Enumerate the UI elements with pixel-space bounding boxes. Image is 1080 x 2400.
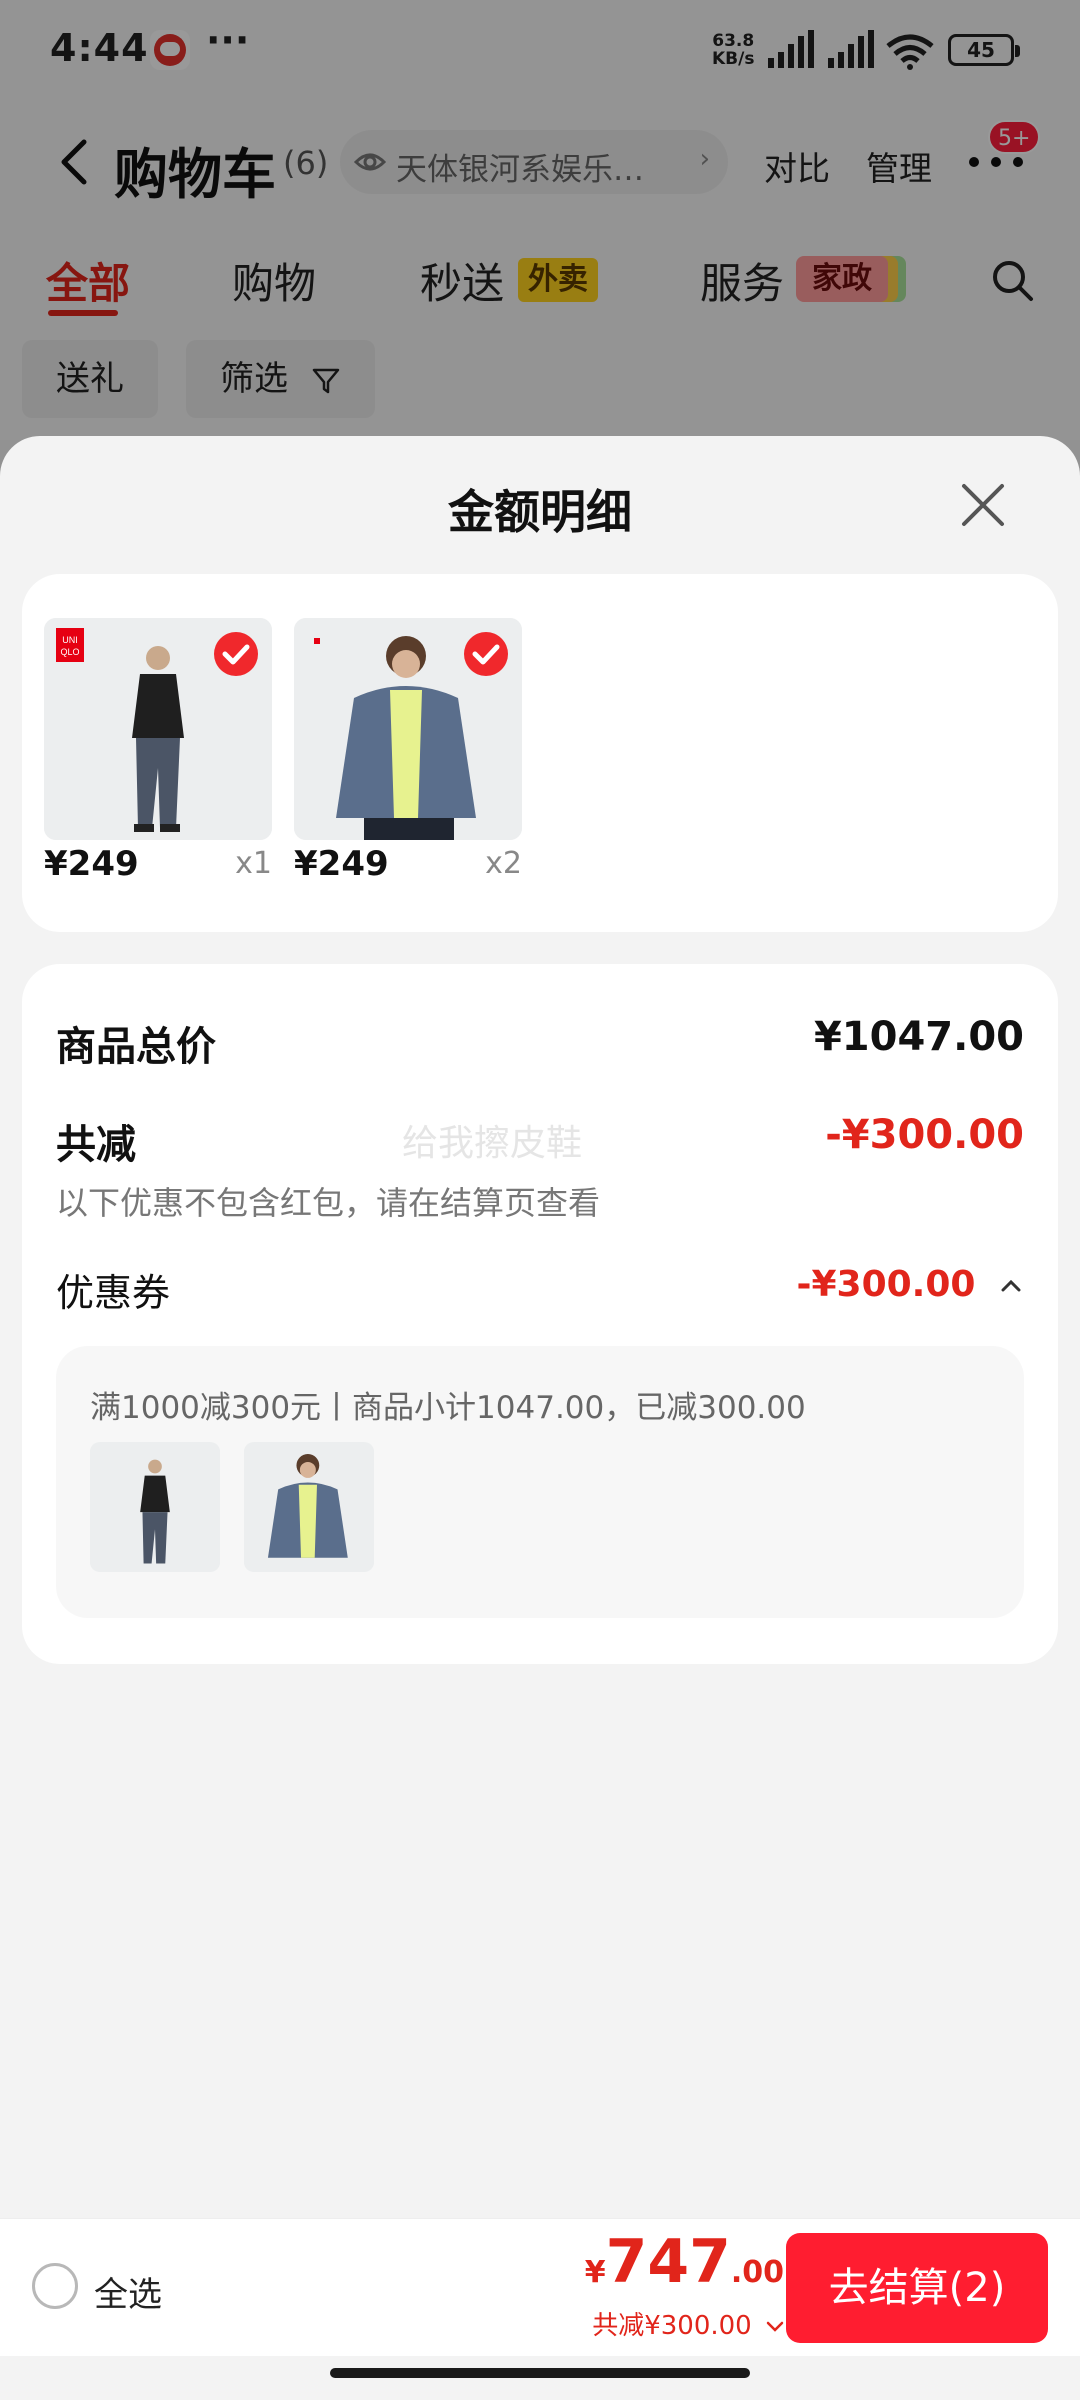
check-selected-icon bbox=[214, 632, 258, 676]
currency-symbol: ¥ bbox=[584, 2255, 606, 2290]
coupon-description: 满1000减300元丨商品小计1047.00，已减300.00 bbox=[90, 1390, 806, 1426]
select-all-radio[interactable] bbox=[32, 2263, 78, 2309]
product-item[interactable]: ¥249 x2 bbox=[294, 618, 522, 888]
coupon-product-thumbnail bbox=[90, 1442, 220, 1572]
check-selected-icon bbox=[464, 632, 508, 676]
coupon-product-thumbnail bbox=[244, 1442, 374, 1572]
product-quantity: x2 bbox=[485, 846, 522, 881]
product-image bbox=[294, 618, 522, 840]
product-quantity: x1 bbox=[235, 846, 272, 881]
total-integer: 747 bbox=[605, 2227, 731, 2297]
selected-products-card: UNI QLO ¥249 x1 ¥249 x2 bbox=[22, 574, 1058, 932]
sheet-title: 金额明细 bbox=[448, 485, 632, 539]
coupon-toggle[interactable]: -¥300.00 bbox=[797, 1264, 1022, 1305]
brand-logo-text: UNI bbox=[62, 635, 78, 645]
total-decimal: .00 bbox=[730, 2255, 784, 2290]
price-summary-card: 商品总价 ¥1047.00 给我擦皮鞋 共减 -¥300.00 以下优惠不包含红… bbox=[22, 964, 1058, 1664]
total-price-value: ¥1047.00 bbox=[813, 1014, 1024, 1060]
coupon-detail-box: 满1000减300元丨商品小计1047.00，已减300.00 bbox=[56, 1346, 1024, 1618]
product-image: UNI QLO bbox=[44, 618, 272, 840]
product-price: ¥249 bbox=[294, 844, 389, 884]
chevron-down-icon bbox=[766, 2321, 784, 2332]
discount-summary: 共减¥300.00 bbox=[592, 2311, 752, 2341]
close-icon[interactable] bbox=[958, 480, 1008, 530]
thumbnail-photo bbox=[90, 1443, 220, 1571]
product-price: ¥249 bbox=[44, 844, 139, 884]
total-discount-value: -¥300.00 bbox=[825, 1112, 1024, 1158]
coupon-value: -¥300.00 bbox=[796, 1264, 976, 1305]
price-detail-sheet: 金额明细 UNI QLO ¥249 x1 ¥249 x2 商品总价 ¥1047.… bbox=[0, 436, 1080, 2400]
select-all-label[interactable]: 全选 bbox=[94, 2267, 162, 2316]
watermark-text: 给我擦皮鞋 bbox=[402, 1123, 583, 1164]
discount-summary-toggle[interactable]: 共减¥300.00 bbox=[592, 2305, 784, 2342]
product-item[interactable]: UNI QLO ¥249 x1 bbox=[44, 618, 272, 888]
chevron-up-icon bbox=[1001, 1279, 1021, 1292]
checkout-bar: 全选 ¥747.00 共减¥300.00 去结算(2) bbox=[0, 2218, 1080, 2356]
total-price-label: 商品总价 bbox=[56, 1024, 216, 1070]
total-amount: ¥747.00 bbox=[585, 2227, 784, 2297]
discount-note: 以下优惠不包含红包，请在结算页查看 bbox=[56, 1184, 601, 1222]
checkout-button[interactable]: 去结算(2) bbox=[786, 2233, 1048, 2343]
thumbnail-photo bbox=[244, 1443, 374, 1571]
coupon-label: 优惠券 bbox=[56, 1271, 171, 1315]
total-discount-label: 共减 bbox=[56, 1122, 136, 1168]
brand-logo-text-2: QLO bbox=[60, 647, 79, 657]
home-indicator[interactable] bbox=[330, 2368, 750, 2378]
